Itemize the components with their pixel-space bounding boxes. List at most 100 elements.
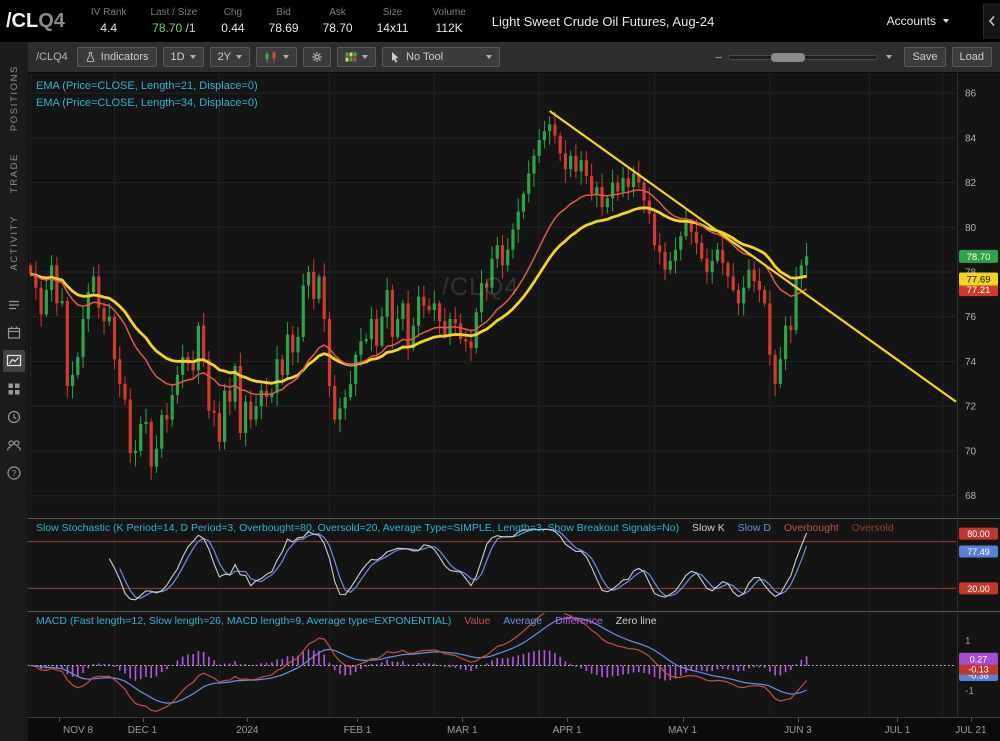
chevron-down-icon bbox=[362, 55, 368, 59]
save-button[interactable]: Save bbox=[904, 47, 945, 67]
volume-value: 112K bbox=[436, 21, 463, 35]
chevron-down-icon bbox=[236, 55, 242, 59]
clock-icon[interactable] bbox=[3, 406, 25, 428]
svg-text:80: 80 bbox=[965, 223, 977, 234]
last-size: /1 bbox=[186, 21, 196, 35]
candlestick-icon bbox=[264, 51, 278, 63]
sidebar-tab-label: POSITIONS bbox=[9, 65, 20, 131]
chart-style-dropdown[interactable] bbox=[256, 47, 297, 67]
accounts-dropdown[interactable]: Accounts bbox=[877, 10, 959, 32]
size-label: Size bbox=[383, 7, 402, 18]
chevron-left-icon bbox=[987, 15, 997, 27]
x-axis-tick bbox=[247, 718, 248, 722]
load-label: Load bbox=[960, 51, 984, 63]
x-axis-tick bbox=[357, 718, 358, 722]
chart-icon[interactable] bbox=[3, 350, 25, 372]
bid-value: 78.69 bbox=[269, 21, 299, 35]
last-size-label: Last / Size bbox=[150, 7, 197, 18]
x-axis-label: JUL 1 bbox=[885, 725, 911, 736]
chart-workspace: /CLQ4 Indicators 1D 2Y bbox=[28, 42, 1000, 741]
zoom-out-button[interactable]: − bbox=[715, 50, 723, 65]
svg-text:77.69: 77.69 bbox=[967, 274, 991, 285]
svg-text:77.49: 77.49 bbox=[967, 547, 990, 557]
price-badges: 77.2177.69 78.70 bbox=[959, 250, 998, 296]
last-value: 78.70 /1 bbox=[152, 21, 195, 35]
users-icon[interactable] bbox=[3, 434, 25, 456]
svg-text:76: 76 bbox=[965, 312, 977, 323]
svg-text:84: 84 bbox=[965, 133, 977, 144]
time-axis: NOV 8DEC 12024FEB 1MAR 1APR 1MAY 1JUN 3J… bbox=[28, 717, 1000, 741]
x-axis-label: MAR 1 bbox=[447, 725, 478, 736]
symbol-root: /CL bbox=[6, 10, 38, 33]
cursor-icon bbox=[390, 51, 401, 63]
x-axis-tick bbox=[567, 718, 568, 722]
collapse-panel-button[interactable] bbox=[983, 3, 1000, 39]
instrument-description: Light Sweet Crude Oil Futures, Aug-24 bbox=[492, 14, 715, 29]
price-chart-canvas[interactable]: 8684828078767472706877.2177.6978.70 bbox=[28, 73, 1000, 518]
x-axis-tick bbox=[683, 718, 684, 722]
range-value: 2Y bbox=[218, 51, 231, 63]
svg-text:20.00: 20.00 bbox=[967, 584, 990, 594]
calendar-icon[interactable] bbox=[3, 322, 25, 344]
svg-text:86: 86 bbox=[965, 89, 977, 100]
chevron-down-icon bbox=[486, 55, 492, 59]
svg-text:78.70: 78.70 bbox=[967, 252, 991, 263]
volume-label: Volume bbox=[432, 7, 465, 18]
stat-ask: Ask 78.70 bbox=[323, 7, 353, 35]
svg-text:82: 82 bbox=[965, 178, 977, 189]
ask-label: Ask bbox=[329, 7, 346, 18]
list-icon[interactable] bbox=[3, 294, 25, 316]
macd-value-line bbox=[31, 613, 807, 711]
accounts-label: Accounts bbox=[887, 14, 936, 28]
help-icon[interactable]: ? bbox=[3, 462, 25, 484]
sidebar-tab-label: ACTIVITY bbox=[9, 215, 20, 271]
stat-last-size: Last / Size 78.70 /1 bbox=[150, 7, 197, 35]
color-grid-icon bbox=[345, 51, 357, 63]
slider-thumb[interactable] bbox=[771, 53, 805, 62]
app-root: /CLQ4 IV Rank 4.4 Last / Size 78.70 /1 C… bbox=[0, 0, 1000, 741]
x-axis-label: 2024 bbox=[236, 725, 258, 736]
layout-grid-icon[interactable] bbox=[3, 378, 25, 400]
symbol-contract: Q4 bbox=[38, 10, 65, 33]
sidebar-tab-trade[interactable]: TRADE bbox=[9, 142, 20, 204]
drawing-tool-dropdown[interactable]: No Tool bbox=[382, 47, 500, 67]
slow-k-line bbox=[109, 529, 806, 600]
settings-button[interactable] bbox=[303, 47, 331, 67]
x-axis-label: APR 1 bbox=[553, 725, 582, 736]
range-dropdown[interactable]: 2Y bbox=[210, 47, 250, 67]
x-axis-tick bbox=[971, 718, 972, 722]
stochastic-canvas[interactable]: 80.0077.4920.00 bbox=[28, 520, 1000, 612]
svg-text:68: 68 bbox=[965, 491, 977, 502]
sidebar-tab-label: TRADE bbox=[9, 153, 20, 193]
chevron-down-icon bbox=[943, 19, 949, 23]
chevron-down-icon bbox=[283, 55, 289, 59]
svg-text:70: 70 bbox=[965, 446, 977, 457]
indicators-button[interactable]: Indicators bbox=[77, 47, 157, 67]
left-sidebar: POSITIONS TRADE ACTIVITY bbox=[0, 42, 28, 741]
app-body: POSITIONS TRADE ACTIVITY bbox=[0, 42, 1000, 741]
macd-panel: 10-1-0.38-0.130.27 MACD (Fast length=12,… bbox=[28, 611, 1000, 717]
sidebar-tab-positions[interactable]: POSITIONS bbox=[9, 54, 20, 142]
sidebar-icon-rail: ? bbox=[3, 294, 25, 484]
slider-track bbox=[728, 55, 878, 60]
chevron-down-icon[interactable] bbox=[886, 55, 892, 59]
stat-bid: Bid 78.69 bbox=[269, 7, 299, 35]
svg-text:77.21: 77.21 bbox=[967, 285, 991, 296]
x-axis-label: DEC 1 bbox=[128, 725, 157, 736]
svg-text:1: 1 bbox=[965, 636, 971, 647]
grid-layout-dropdown[interactable] bbox=[337, 47, 376, 67]
macd-canvas[interactable]: 10-1-0.38-0.130.27 bbox=[28, 613, 1000, 718]
stat-volume: Volume 112K bbox=[432, 7, 465, 35]
x-axis-label: JUN 3 bbox=[784, 725, 812, 736]
toolbar-symbol: /CLQ4 bbox=[36, 51, 68, 63]
x-axis-label: JUL 21 bbox=[955, 725, 986, 736]
time-zoom-slider[interactable] bbox=[728, 49, 878, 65]
ask-value: 78.70 bbox=[323, 21, 353, 35]
svg-text:72: 72 bbox=[965, 402, 977, 413]
load-button[interactable]: Load bbox=[952, 47, 992, 67]
sidebar-tab-activity[interactable]: ACTIVITY bbox=[9, 204, 20, 282]
timeframe-dropdown[interactable]: 1D bbox=[163, 47, 204, 67]
price-chart-panel: 8684828078767472706877.2177.6978.70 EMA … bbox=[28, 73, 1000, 518]
indicators-label: Indicators bbox=[101, 51, 149, 63]
last-price: 78.70 bbox=[152, 21, 182, 35]
